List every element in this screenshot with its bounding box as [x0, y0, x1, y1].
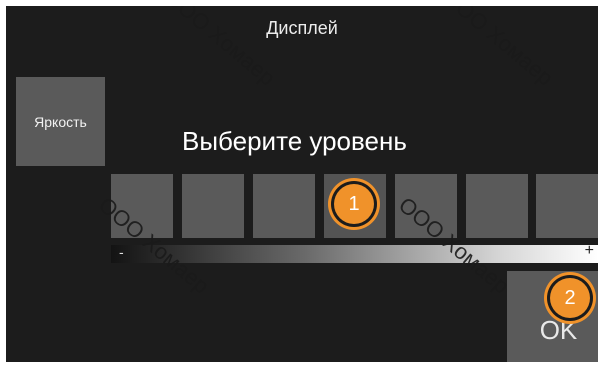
- brightness-level-5[interactable]: [395, 174, 457, 238]
- brightness-button[interactable]: Яркость: [16, 77, 105, 166]
- brightness-button-label: Яркость: [34, 113, 87, 130]
- slider-min-label: -: [119, 244, 124, 260]
- callout-marker-2: 2: [550, 278, 590, 318]
- display-screen: Дисплей Яркость Выберите уровень - + OK …: [6, 6, 598, 362]
- brightness-level-7[interactable]: [536, 174, 598, 238]
- brightness-level-2[interactable]: [182, 174, 244, 238]
- brightness-level-6[interactable]: [466, 174, 528, 238]
- callout-marker-1: 1: [334, 184, 374, 224]
- brightness-gradient-bar: - +: [111, 242, 598, 263]
- brightness-level-1[interactable]: [111, 174, 173, 238]
- select-level-prompt: Выберите уровень: [182, 126, 407, 156]
- brightness-level-3[interactable]: [253, 174, 315, 238]
- slider-max-label: +: [584, 242, 594, 259]
- screen-title: Дисплей: [266, 18, 338, 38]
- ok-button-label: OK: [539, 315, 578, 345]
